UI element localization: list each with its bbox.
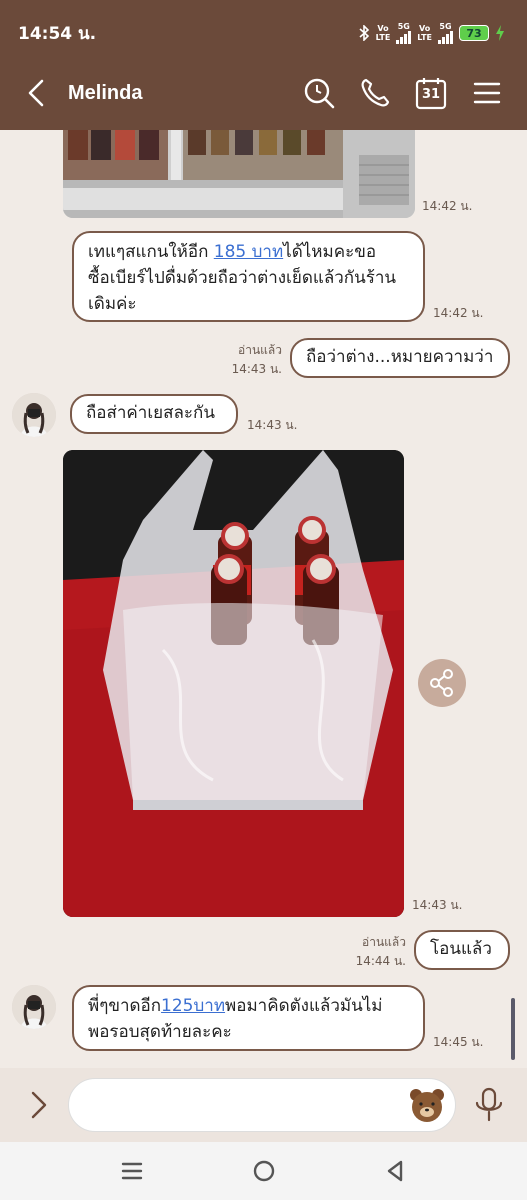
read-receipt: อ่านแล้ว <box>362 935 406 949</box>
message-time: 14:42 น. <box>433 306 484 320</box>
nav-back-icon[interactable] <box>381 1156 411 1186</box>
calendar-day: 31 <box>421 87 441 102</box>
mic-icon[interactable] <box>472 1086 506 1124</box>
message-bubble-incoming[interactable]: เทแๆสแกนให้อีก 185 บาทได้ไหมคะขอ ซื้อเบี… <box>72 231 425 322</box>
message-bubble-outgoing[interactable]: โอนแล้ว <box>414 930 510 970</box>
home-icon[interactable] <box>249 1156 279 1186</box>
volte-indicator-1: Vo LTE <box>375 24 391 42</box>
contact-avatar[interactable] <box>12 393 56 437</box>
chat-header: Melinda 31 <box>0 62 527 130</box>
calendar-icon[interactable]: 31 <box>414 76 448 110</box>
share-button[interactable] <box>418 659 466 707</box>
volte-indicator-2: Vo LTE <box>417 24 432 42</box>
expand-icon[interactable] <box>24 1088 54 1122</box>
network-type-1: 5G <box>396 22 412 44</box>
back-icon[interactable] <box>22 76 52 110</box>
message-input-bar <box>0 1068 527 1142</box>
battery-indicator: 73 <box>459 25 489 41</box>
message-input[interactable] <box>68 1078 456 1132</box>
message-time: 14:42 น. <box>422 199 473 213</box>
amount-link[interactable]: 125บาท <box>161 996 225 1016</box>
message-bubble-incoming[interactable]: พี่ๆขาดอีก125บาทพอมาคิดตังแล้วมันไม่ พอร… <box>72 985 425 1051</box>
contact-name[interactable]: Melinda <box>68 82 142 105</box>
message-time: 14:43 น. <box>412 898 463 912</box>
sticker-icon[interactable] <box>408 1086 446 1124</box>
network-type-2: 5G <box>438 22 453 44</box>
system-nav-bar <box>0 1142 527 1200</box>
message-bubble-outgoing[interactable]: ถือว่าต่าง...หมายความว่า <box>290 338 510 378</box>
menu-icon[interactable] <box>470 76 504 110</box>
message-line: พอรอบสุดท้ายละคะ <box>88 1022 232 1042</box>
share-icon <box>430 669 453 697</box>
search-icon[interactable] <box>302 76 336 110</box>
message-line: เทแๆสแกนให้อีก 185 บาทได้ไหมคะขอ <box>88 242 377 262</box>
chat-area[interactable]: 14:42 น. เทแๆสแกนให้อีก 185 บาทได้ไหมคะข… <box>0 130 527 1068</box>
message-line: เดิมค่ะ <box>88 294 137 314</box>
amount-link[interactable]: 185 บาท <box>214 242 283 262</box>
chat-scrollbar[interactable] <box>511 998 515 1060</box>
charging-icon <box>496 25 504 41</box>
message-time: 14:43 น. <box>247 418 298 432</box>
message-image-fridge[interactable] <box>63 130 415 218</box>
message-time: 14:43 น. <box>231 362 282 376</box>
message-line: พี่ๆขาดอีก125บาทพอมาคิดตังแล้วมันไม่ <box>88 996 383 1016</box>
bluetooth-icon <box>359 25 369 41</box>
status-time: 14:54 น. <box>18 24 97 44</box>
phone-icon[interactable] <box>358 76 392 110</box>
message-line: ซื้อเบียร์ไปดื่มด้วยถือว่าต่างเย็ดแล้วกั… <box>88 268 397 288</box>
read-receipt: อ่านแล้ว <box>238 343 282 357</box>
message-bubble-incoming[interactable]: ถือส่าค่าเยสละกัน <box>70 394 238 434</box>
status-bar: 14:54 น. Vo LTE 5G Vo LTE 5G 73 <box>0 0 527 62</box>
message-time: 14:45 น. <box>433 1035 484 1049</box>
contact-avatar[interactable] <box>12 985 56 1029</box>
message-time: 14:44 น. <box>355 954 406 968</box>
recent-apps-icon[interactable] <box>117 1156 147 1186</box>
message-image-beer[interactable] <box>63 450 404 917</box>
status-icons: Vo LTE 5G Vo LTE 5G 73 <box>358 22 505 44</box>
